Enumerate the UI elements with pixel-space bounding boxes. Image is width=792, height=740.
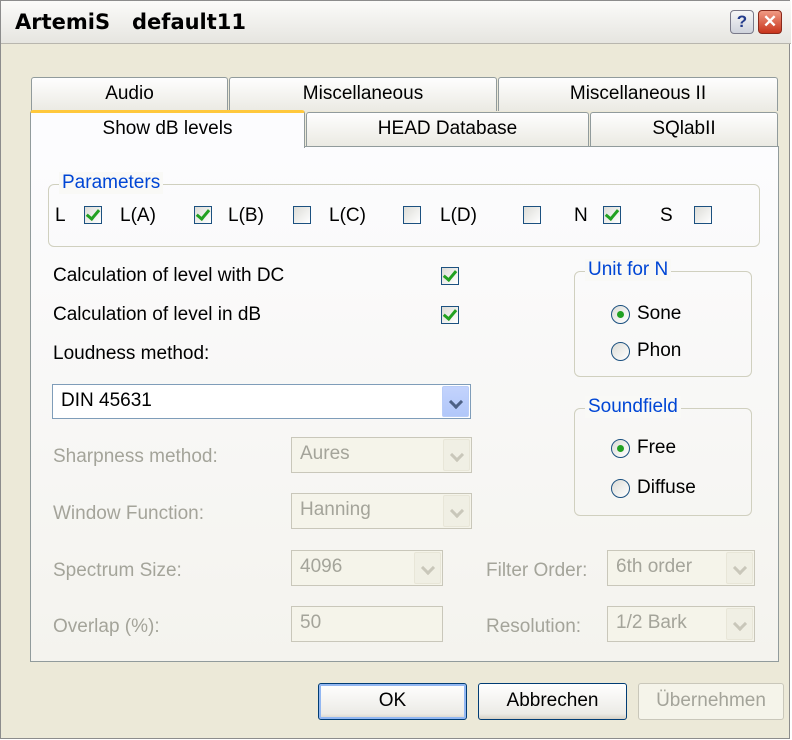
- close-button[interactable]: ✕: [758, 10, 782, 34]
- param-label-s: S: [660, 205, 673, 226]
- soundfield-diffuse-radio[interactable]: [611, 479, 630, 498]
- unit-phon-radio[interactable]: [611, 342, 630, 361]
- chevron-down-icon[interactable]: [726, 608, 753, 640]
- loudness-method-label: Loudness method:: [53, 343, 210, 364]
- ok-button[interactable]: OK: [318, 683, 467, 720]
- param-checkbox-la[interactable]: [194, 206, 212, 224]
- spectrum-size-select[interactable]: 4096: [291, 550, 443, 586]
- unit-sone-radio[interactable]: [611, 305, 630, 324]
- window-function-label: Window Function:: [53, 503, 205, 524]
- parameters-legend: Parameters: [59, 172, 164, 194]
- chevron-down-icon[interactable]: [442, 386, 469, 417]
- unit-phon-label: Phon: [637, 340, 682, 361]
- overlap-value: 50: [300, 612, 322, 633]
- overlap-label: Overlap (%):: [53, 616, 160, 637]
- filter-order-select[interactable]: 6th order: [607, 550, 755, 586]
- tab-panel: Parameters L L(A) L(B) L(C) L(D) N S Cal…: [30, 146, 779, 662]
- window-function-select[interactable]: Hanning: [291, 493, 472, 529]
- param-label-ld: L(D): [440, 205, 477, 226]
- spectrum-size-label: Spectrum Size:: [53, 560, 182, 581]
- calc-dc-label: Calculation of level with DC: [53, 265, 285, 286]
- title-bar[interactable]: ArtemiS default11 ? ✕: [1, 1, 791, 44]
- soundfield-legend: Soundfield: [585, 396, 681, 418]
- calc-dc-checkbox[interactable]: [441, 267, 459, 285]
- tab-show-db-levels[interactable]: Show dB levels: [30, 110, 305, 148]
- param-checkbox-lb[interactable]: [293, 206, 311, 224]
- sharpness-method-select[interactable]: Aures: [291, 437, 472, 473]
- soundfield-group: Soundfield: [574, 396, 752, 516]
- calc-db-label: Calculation of level in dB: [53, 304, 262, 325]
- help-button[interactable]: ?: [730, 10, 754, 34]
- soundfield-free-label: Free: [637, 437, 677, 458]
- tab-sqlabii[interactable]: SQlabII: [590, 112, 778, 146]
- param-checkbox-lc[interactable]: [403, 206, 421, 224]
- param-checkbox-s[interactable]: [694, 206, 712, 224]
- tab-miscellaneous[interactable]: Miscellaneous: [229, 77, 497, 111]
- sharpness-method-label: Sharpness method:: [53, 446, 218, 467]
- chevron-down-icon[interactable]: [443, 439, 470, 471]
- apply-button[interactable]: Übernehmen: [638, 683, 784, 720]
- resolution-value: 1/2 Bark: [616, 612, 687, 633]
- param-checkbox-ld[interactable]: [523, 206, 541, 224]
- chevron-down-icon[interactable]: [443, 495, 470, 527]
- tab-head-database[interactable]: HEAD Database: [306, 112, 589, 146]
- resolution-label: Resolution:: [486, 616, 582, 637]
- chevron-down-icon[interactable]: [414, 552, 441, 584]
- filter-order-label: Filter Order:: [486, 560, 588, 581]
- overlap-input[interactable]: 50: [291, 606, 443, 642]
- soundfield-free-radio[interactable]: [611, 439, 630, 458]
- calc-db-checkbox[interactable]: [441, 306, 459, 324]
- spectrum-size-value: 4096: [300, 556, 343, 577]
- window-title: ArtemiS default11: [15, 10, 247, 34]
- window-function-value: Hanning: [300, 499, 371, 520]
- chevron-down-icon[interactable]: [726, 552, 753, 584]
- dialog-window: ArtemiS default11 ? ✕ Audio Miscellaneou…: [0, 0, 791, 739]
- loudness-method-select[interactable]: DIN 45631: [52, 384, 471, 419]
- param-label-l: L: [55, 205, 66, 226]
- param-label-lc: L(C): [329, 205, 366, 226]
- loudness-method-value: DIN 45631: [61, 390, 152, 411]
- param-label-lb: L(B): [228, 205, 264, 226]
- filter-order-value: 6th order: [616, 556, 693, 577]
- unit-for-n-legend: Unit for N: [585, 259, 672, 281]
- param-label-la: L(A): [120, 205, 156, 226]
- resolution-select[interactable]: 1/2 Bark: [607, 606, 755, 642]
- cancel-button[interactable]: Abbrechen: [478, 683, 627, 720]
- sharpness-method-value: Aures: [300, 443, 350, 464]
- tab-miscellaneous-ii[interactable]: Miscellaneous II: [498, 77, 778, 111]
- tab-audio[interactable]: Audio: [31, 77, 228, 111]
- unit-sone-label: Sone: [637, 303, 682, 324]
- param-checkbox-l[interactable]: [84, 206, 102, 224]
- param-label-n: N: [574, 205, 588, 226]
- soundfield-diffuse-label: Diffuse: [637, 477, 696, 498]
- param-checkbox-n[interactable]: [603, 206, 621, 224]
